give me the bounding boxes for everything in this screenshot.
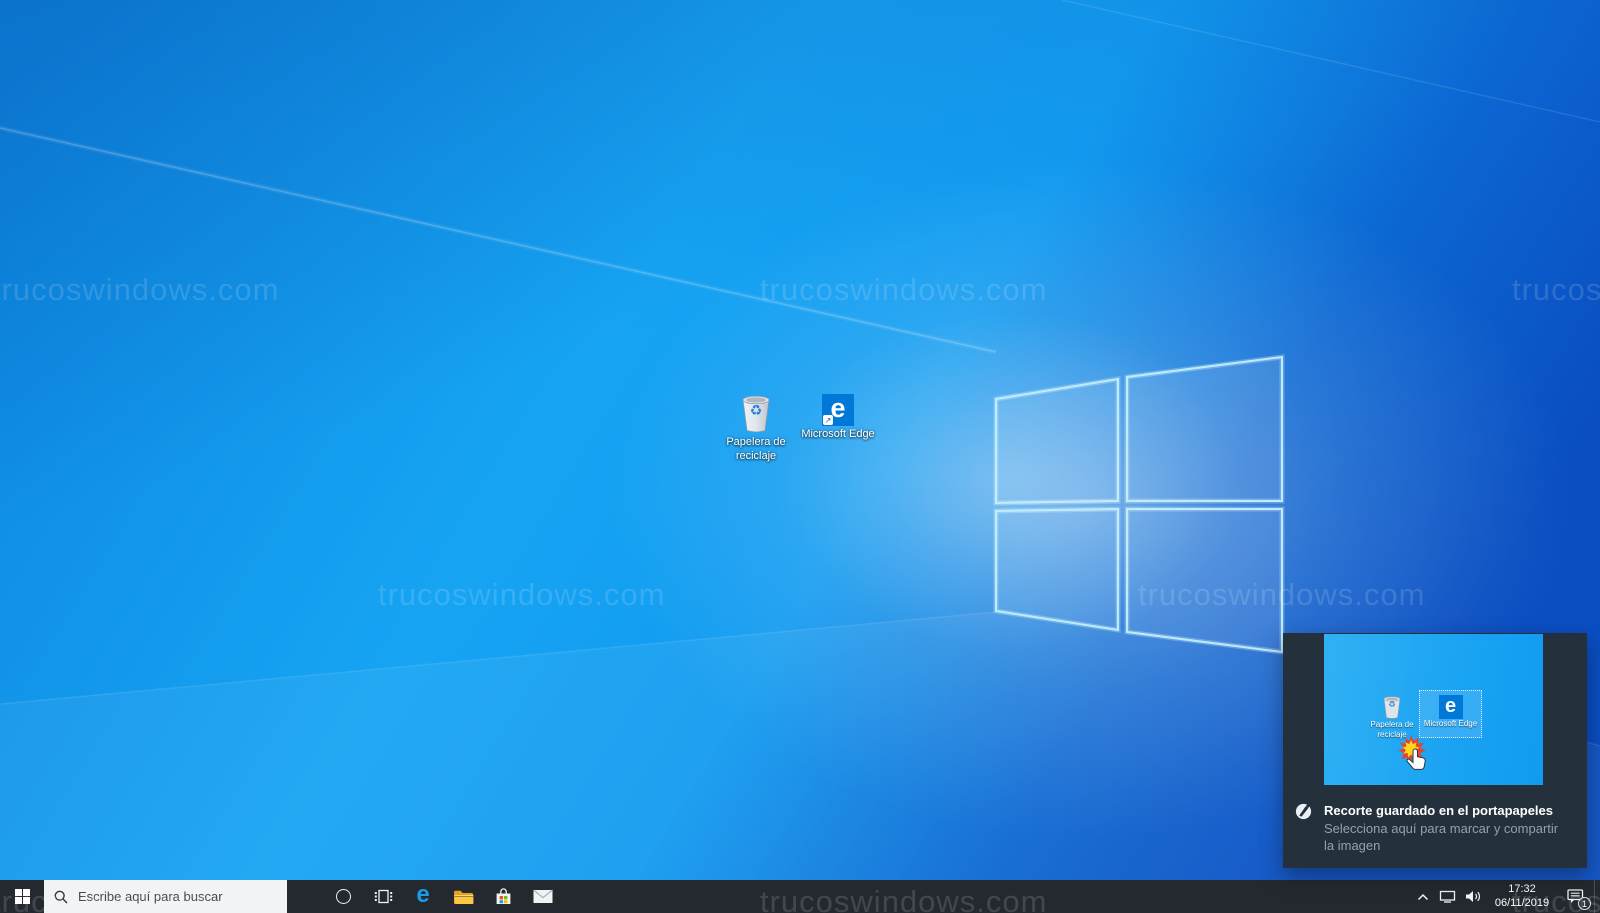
taskbar-clock[interactable]: 17:32 06/11/2019 — [1489, 883, 1555, 909]
taskbar: e — [0, 880, 1600, 913]
thumb-edge-label: Microsoft Edge — [1423, 719, 1478, 728]
notification-count-badge: 1 — [1578, 897, 1591, 910]
thumb-recycle-bin: ♻ Papelera de reciclaje — [1369, 694, 1415, 739]
file-explorer-button[interactable] — [443, 880, 483, 913]
taskbar-search[interactable] — [44, 880, 287, 913]
desktop-icon-microsoft-edge[interactable]: e ↗ Microsoft Edge — [795, 394, 881, 442]
action-center-button[interactable]: 1 — [1558, 880, 1594, 913]
search-input[interactable] — [76, 888, 275, 905]
edge-icon: e — [416, 881, 430, 908]
network-ethernet-icon — [1439, 890, 1455, 903]
show-hidden-icons-button[interactable] — [1412, 880, 1434, 913]
system-tray: 17:32 06/11/2019 1 — [1412, 880, 1600, 913]
task-view-icon — [374, 889, 392, 904]
edge-icon: e — [1438, 695, 1463, 719]
snip-notification-toast[interactable]: ♻ Papelera de reciclaje e Microsoft Edge — [1283, 633, 1587, 868]
thumb-edge-selected: e Microsoft Edge — [1419, 690, 1482, 738]
recycle-symbol-icon: ♻ — [749, 403, 763, 419]
speaker-icon — [1466, 891, 1480, 902]
recycle-symbol-icon: ♻ — [1388, 700, 1396, 709]
task-view-button[interactable] — [363, 880, 403, 913]
click-cursor-icon — [1398, 735, 1426, 770]
network-tray-button[interactable] — [1434, 880, 1460, 913]
toast-subtitle: Selecciona aquí para marcar y compartir … — [1324, 821, 1559, 853]
tray-time: 17:32 — [1508, 883, 1536, 896]
mail-icon — [533, 889, 553, 903]
mail-button[interactable] — [523, 880, 563, 913]
shortcut-arrow-icon: ↗ — [823, 415, 833, 425]
recycle-bin-icon: ♻ — [738, 392, 774, 434]
microsoft-store-button[interactable] — [483, 880, 523, 913]
show-desktop-button[interactable] — [1594, 880, 1600, 913]
search-icon — [54, 890, 68, 903]
snip-thumbnail[interactable]: ♻ Papelera de reciclaje e Microsoft Edge — [1324, 634, 1543, 785]
volume-tray-button[interactable] — [1460, 880, 1486, 913]
desktop: trucoswindows.com trucoswindows.com truc… — [0, 0, 1600, 913]
chevron-up-icon — [1417, 893, 1429, 900]
microsoft-store-icon — [496, 888, 510, 904]
taskbar-pinned-icons: e — [323, 880, 563, 913]
windows-start-icon — [14, 889, 30, 904]
edge-taskbar-button[interactable]: e — [403, 880, 443, 913]
start-button[interactable] — [0, 880, 44, 913]
toast-title: Recorte guardado en el portapapeles — [1324, 803, 1554, 818]
edge-label: Microsoft Edge — [801, 428, 875, 440]
cortana-button[interactable] — [323, 880, 363, 913]
toast-text: Recorte guardado en el portapapeles Sele… — [1324, 803, 1558, 855]
snip-sketch-app-icon — [1295, 803, 1312, 820]
desktop-icon-recycle-bin[interactable]: ♻ Papelera de reciclaje — [714, 392, 798, 464]
cortana-icon — [335, 889, 351, 904]
recycle-bin-label: Papelera de reciclaje — [726, 436, 786, 462]
tray-date: 06/11/2019 — [1494, 896, 1550, 909]
edge-icon: e ↗ — [822, 394, 854, 426]
file-explorer-icon — [453, 890, 473, 904]
